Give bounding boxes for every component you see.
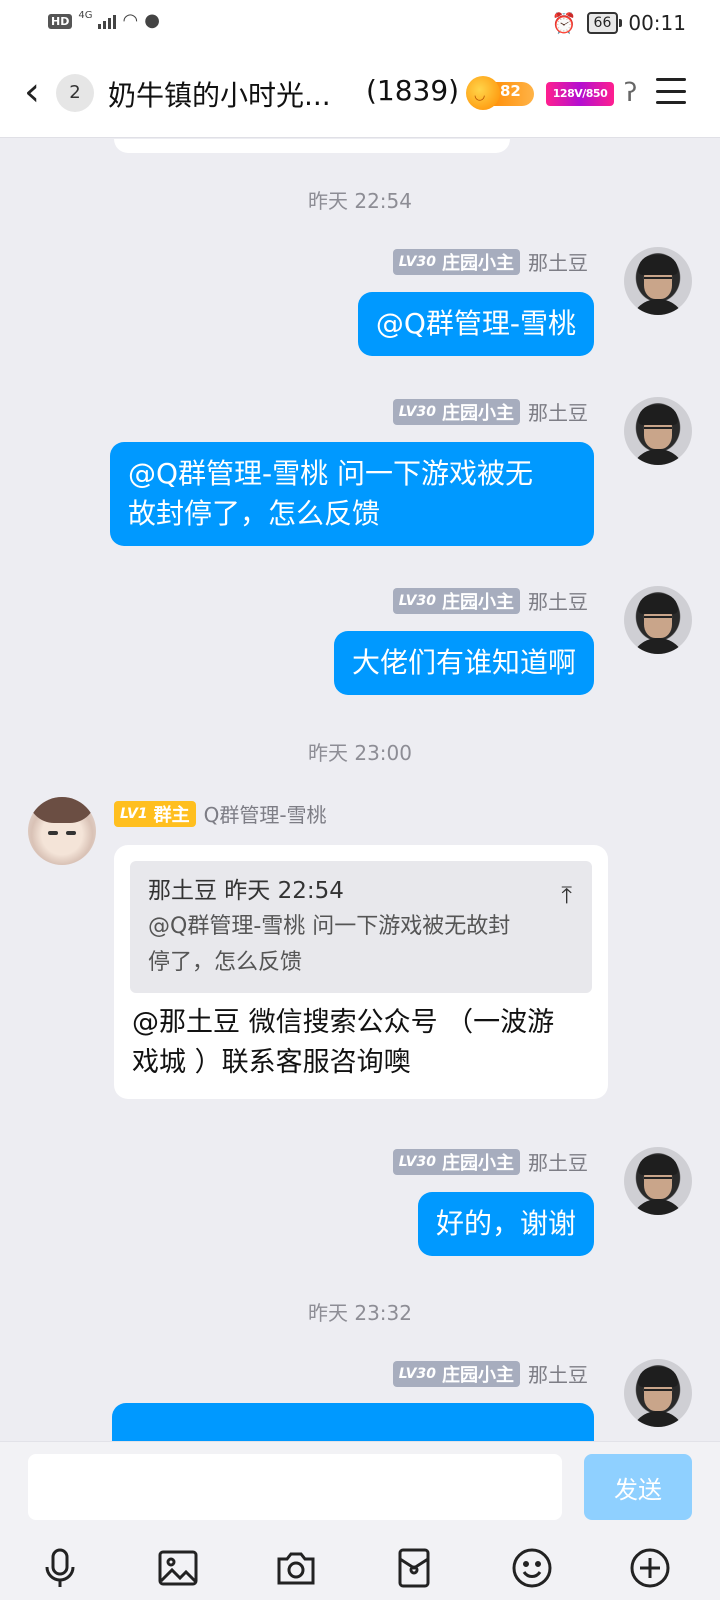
- emoji-icon[interactable]: [510, 1546, 554, 1590]
- microphone-icon[interactable]: [38, 1546, 82, 1590]
- message-line: @Q群管理-雪桃 问一下游戏被无: [128, 457, 534, 490]
- sender-name[interactable]: 那土豆: [528, 586, 588, 615]
- group-title[interactable]: 奶牛镇的小时光...: [108, 74, 331, 114]
- timestamp: 昨天 23:00: [308, 741, 412, 765]
- timestamp: 昨天 23:32: [308, 1301, 412, 1325]
- battery-icon: 66: [586, 12, 623, 34]
- avatar[interactable]: [624, 397, 692, 465]
- ear-icon[interactable]: ʔ: [624, 78, 637, 108]
- unread-count-badge[interactable]: 2: [56, 74, 94, 112]
- sender-line: LV30 庄园小主 那土豆: [392, 247, 588, 276]
- avatar[interactable]: [624, 1147, 692, 1215]
- arrow-up-icon[interactable]: ⤒: [561, 875, 572, 915]
- level-badge: LV30 庄园小主: [392, 398, 520, 425]
- group-badge-image[interactable]: 128V/850: [546, 82, 614, 106]
- status-bar: HD 4G ◠ ● ⏰ 66 00:11: [0, 0, 720, 50]
- sender-name[interactable]: 那土豆: [528, 397, 588, 426]
- chevron-left-icon[interactable]: ‹: [24, 72, 40, 112]
- sender-line: LV30 庄园小主 那土豆: [392, 1359, 588, 1388]
- message-bubble[interactable]: 大佬们有谁知道啊: [333, 631, 594, 695]
- timestamp: 昨天 22:54: [308, 189, 412, 213]
- avatar[interactable]: [28, 797, 96, 865]
- network-type: 4G: [78, 9, 93, 21]
- status-left: HD 4G ◠ ●: [48, 9, 160, 31]
- sender-line: LV30 庄园小主 那土豆: [392, 586, 588, 615]
- plus-icon[interactable]: [628, 1546, 672, 1590]
- message-bubble[interactable]: [112, 1403, 594, 1441]
- wifi-icon: ◠: [122, 10, 139, 31]
- message-line: 故封停了，怎么反馈: [128, 497, 381, 530]
- image-icon[interactable]: [156, 1546, 200, 1590]
- camera-icon[interactable]: [274, 1546, 318, 1590]
- level-badge: LV30 庄园小主: [392, 1360, 520, 1387]
- sender-line: LV30 庄园小主 那土豆: [392, 397, 588, 426]
- send-button[interactable]: 发送: [584, 1454, 692, 1520]
- quote-line: 停了，怎么反馈: [148, 950, 303, 975]
- message-bubble[interactable]: 好的，谢谢: [417, 1192, 594, 1256]
- member-count: (1839): [366, 74, 460, 107]
- clock: 00:11: [628, 11, 686, 35]
- message-notification-icon: ●: [144, 10, 160, 31]
- avatar[interactable]: [624, 1359, 692, 1427]
- alarm-icon: ⏰: [551, 11, 577, 35]
- sender-line: LV1 群主 Q群管理-雪桃: [114, 799, 327, 828]
- sender-name[interactable]: 那土豆: [528, 1147, 588, 1176]
- sender-name[interactable]: Q群管理-雪桃: [204, 799, 327, 828]
- hd-badge: HD: [48, 13, 73, 29]
- fire-level: 82: [500, 82, 521, 100]
- message-bubble[interactable]: @Q群管理-雪桃: [357, 292, 594, 356]
- chat-message-list[interactable]: 昨天 22:54 LV30 庄园小主 那土豆 @Q群管理-雪桃 LV30 庄园小主 …: [0, 139, 720, 1441]
- fire-face: ◡: [474, 88, 486, 103]
- avatar[interactable]: [624, 247, 692, 315]
- quote-line: @Q群管理-雪桃 问一下游戏被无故封: [148, 914, 511, 939]
- sender-line: LV30 庄园小主 那土豆: [392, 1147, 588, 1176]
- avatar[interactable]: [624, 586, 692, 654]
- quoted-message[interactable]: 那土豆 昨天 22:54 ⤒ @Q群管理-雪桃 问一下游戏被无故封 停了，怎么反…: [130, 861, 592, 993]
- message-bubble[interactable]: @Q群管理-雪桃 问一下游戏被无 故封停了，怎么反馈: [110, 442, 594, 546]
- level-badge: LV30 庄园小主: [392, 587, 520, 614]
- status-right: ⏰ 66 00:11: [552, 11, 686, 35]
- message-line: 戏城 ）联系客服咨询噢: [132, 1047, 411, 1078]
- sender-name[interactable]: 那土豆: [528, 1359, 588, 1388]
- level-badge: LV1 群主: [114, 800, 196, 827]
- message-input[interactable]: [28, 1454, 562, 1520]
- fire-level-badge[interactable]: ◡ 82: [466, 72, 534, 112]
- message-line: @那土豆 微信搜索公众号 （一波游: [132, 1007, 555, 1038]
- signal-icon: [98, 13, 117, 29]
- sender-name[interactable]: 那土豆: [528, 247, 588, 276]
- quote-header: 那土豆 昨天 22:54: [148, 878, 344, 904]
- level-badge: LV30 庄园小主: [392, 1148, 520, 1175]
- previous-message-bubble[interactable]: [114, 139, 510, 153]
- toolbar: [0, 1546, 720, 1590]
- level-badge: LV30 庄园小主: [392, 248, 520, 275]
- input-bar: 发送: [0, 1441, 720, 1600]
- red-packet-icon[interactable]: [392, 1546, 436, 1590]
- chat-header: ‹ 2 奶牛镇的小时光... (1839) ◡ 82 128V/850 ʔ: [0, 50, 720, 138]
- message-bubble[interactable]: 那土豆 昨天 22:54 ⤒ @Q群管理-雪桃 问一下游戏被无故封 停了，怎么反…: [114, 845, 608, 1099]
- menu-icon[interactable]: [656, 78, 686, 104]
